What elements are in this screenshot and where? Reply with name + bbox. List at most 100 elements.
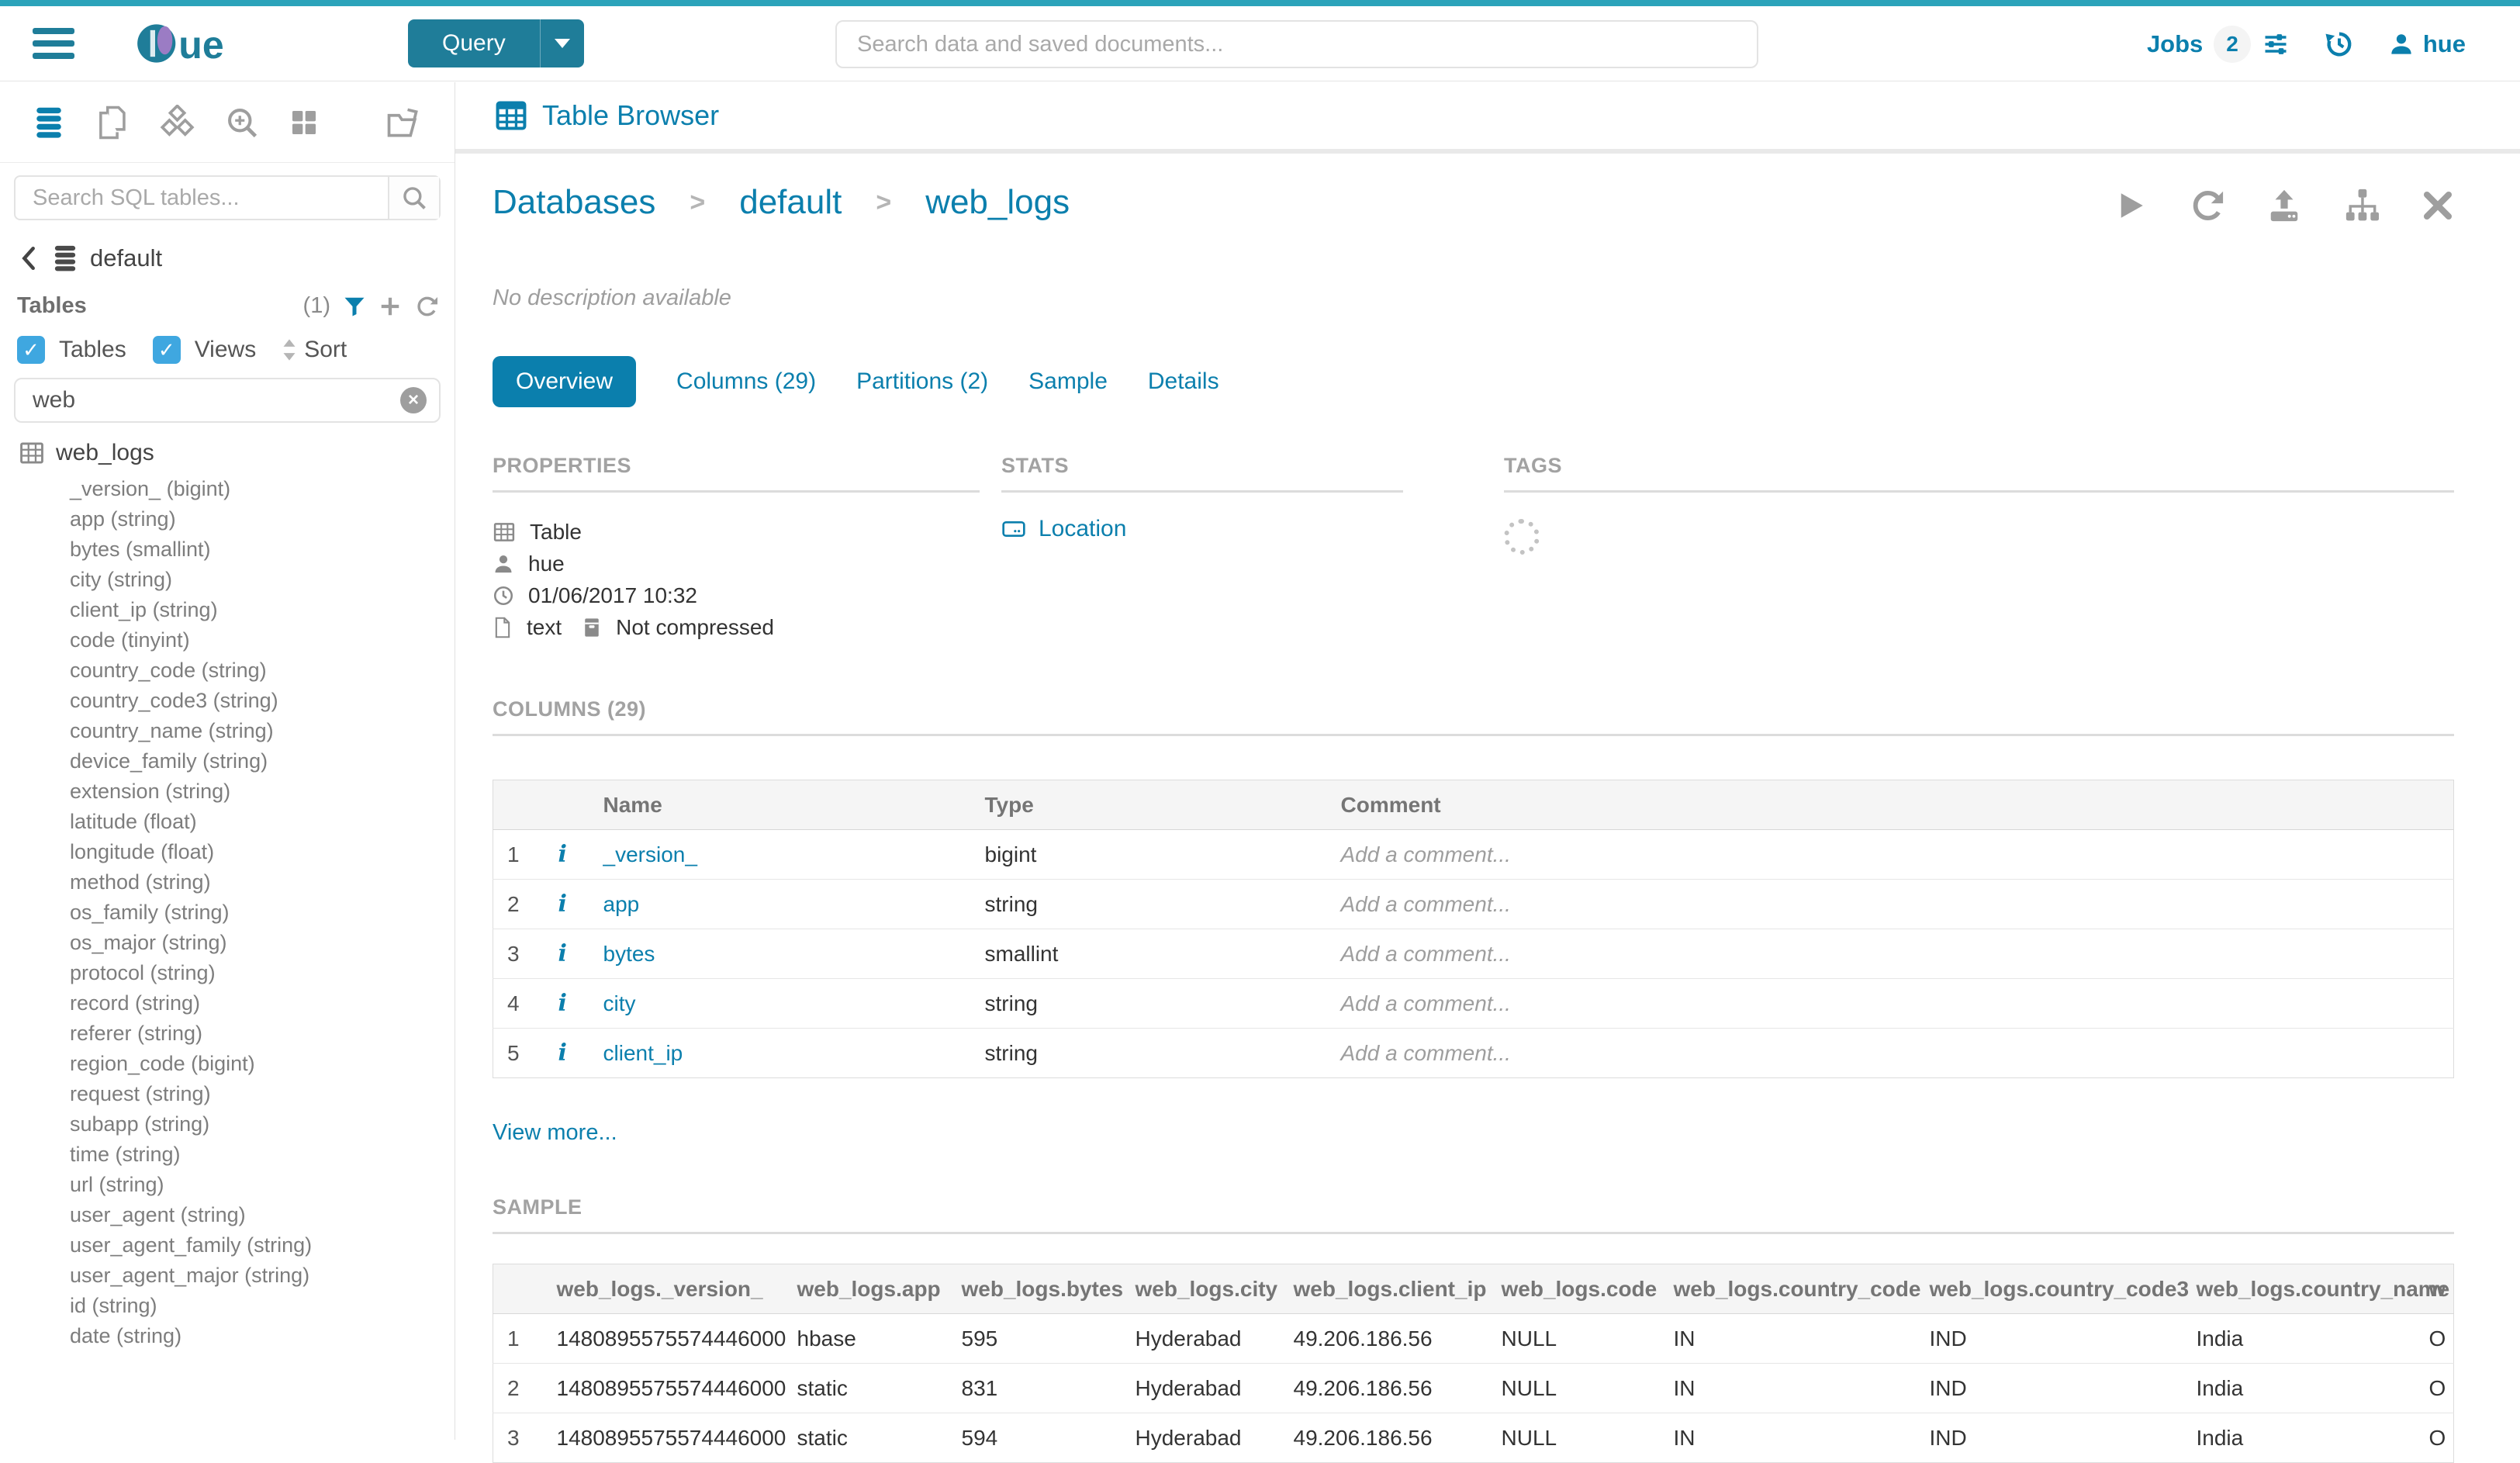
column-comment-placeholder[interactable]: Add a comment... <box>1341 1041 1511 1065</box>
tree-column-item[interactable]: city (string) <box>0 565 455 595</box>
tree-column-item[interactable]: os_major (string) <box>0 928 455 958</box>
sample-header-cell[interactable]: web_logs.client_ip <box>1283 1264 1491 1314</box>
breadcrumb-databases[interactable]: Databases <box>493 183 655 222</box>
location-label[interactable]: Location <box>1039 516 1126 542</box>
sql-tables-search-input[interactable] <box>16 177 388 219</box>
tree-column-item[interactable]: region_code (bigint) <box>0 1049 455 1079</box>
tree-column-item[interactable]: country_code (string) <box>0 655 455 686</box>
column-comment-placeholder[interactable]: Add a comment... <box>1341 842 1511 866</box>
sql-tables-search-button[interactable] <box>388 177 439 219</box>
add-icon[interactable] <box>379 295 402 318</box>
columns-header-type[interactable]: Type <box>974 780 1306 830</box>
folder-documents-icon[interactable] <box>385 105 422 140</box>
sample-header-cell[interactable]: web_logs.app <box>786 1264 951 1314</box>
tree-column-item[interactable]: date (string) <box>0 1321 455 1351</box>
tree-column-item[interactable]: record (string) <box>0 988 455 1019</box>
query-button-label[interactable]: Query <box>408 30 540 57</box>
breadcrumb-default[interactable]: default <box>739 183 842 222</box>
tab[interactable]: Sample <box>1028 356 1108 407</box>
lineage-sitemap-icon[interactable] <box>2344 188 2380 223</box>
columns-header-comment[interactable]: Comment <box>1306 780 2454 830</box>
tab[interactable]: Overview <box>493 356 636 407</box>
column-name-link[interactable]: app <box>603 892 640 916</box>
jobs-link[interactable]: Jobs 2 <box>2147 26 2290 63</box>
tree-column-item[interactable]: protocol (string) <box>0 958 455 988</box>
tree-column-item[interactable]: subapp (string) <box>0 1109 455 1140</box>
column-info-icon[interactable]: i <box>558 1039 567 1067</box>
sample-header-cell[interactable]: web_logs.code <box>1491 1264 1663 1314</box>
tree-column-item[interactable]: code (tinyint) <box>0 625 455 655</box>
column-comment-placeholder[interactable]: Add a comment... <box>1341 991 1511 1015</box>
view-more-link[interactable]: View more... <box>493 1120 617 1146</box>
tree-column-item[interactable]: id (string) <box>0 1291 455 1321</box>
tree-column-item[interactable]: country_code3 (string) <box>0 686 455 716</box>
query-split-button[interactable]: Query <box>408 19 584 67</box>
tree-column-item[interactable]: bytes (smallint) <box>0 534 455 565</box>
hue-logo[interactable]: ue <box>137 21 261 66</box>
chevron-left-icon[interactable] <box>17 245 40 272</box>
tree-table-web-logs[interactable]: web_logs <box>0 440 455 466</box>
tree-column-item[interactable]: country_name (string) <box>0 716 455 746</box>
cubes-icon[interactable] <box>158 105 195 140</box>
refresh-icon[interactable] <box>414 294 439 319</box>
tree-column-item[interactable]: method (string) <box>0 867 455 898</box>
hamburger-menu-icon[interactable] <box>33 22 74 65</box>
breadcrumb-web-logs[interactable]: web_logs <box>925 183 1070 222</box>
column-name-link[interactable]: _version_ <box>603 842 697 866</box>
sample-header-cell[interactable]: web_logs.country_name <box>2186 1264 2418 1314</box>
history-icon[interactable] <box>2324 29 2355 60</box>
sliders-icon[interactable] <box>2262 30 2290 58</box>
table-filter-input[interactable] <box>19 387 400 413</box>
sample-header-cell[interactable]: web_logs.country_code <box>1663 1264 1919 1314</box>
column-name-link[interactable]: client_ip <box>603 1041 683 1065</box>
tree-table-name[interactable]: web_logs <box>56 440 154 466</box>
column-comment-placeholder[interactable]: Add a comment... <box>1341 892 1511 916</box>
sample-header-cell[interactable]: web_logs.bytes <box>951 1264 1125 1314</box>
location-link[interactable]: Location <box>1001 516 1403 542</box>
upload-icon[interactable] <box>2266 188 2302 223</box>
user-menu[interactable]: hue <box>2389 30 2466 58</box>
documents-icon[interactable] <box>95 105 129 140</box>
sample-header-cell[interactable]: web_logs.city <box>1125 1264 1283 1314</box>
tree-column-item[interactable]: url (string) <box>0 1170 455 1200</box>
zoom-plus-icon[interactable] <box>225 105 259 140</box>
column-info-icon[interactable]: i <box>558 891 567 918</box>
tree-column-item[interactable]: os_family (string) <box>0 898 455 928</box>
close-icon[interactable] <box>2421 189 2454 222</box>
query-play-icon[interactable] <box>2114 189 2147 222</box>
tab[interactable]: Partitions (2) <box>856 356 988 407</box>
column-info-icon[interactable]: i <box>558 940 567 967</box>
tree-column-item[interactable]: _version_ (bigint) <box>0 474 455 504</box>
tree-column-item[interactable]: user_agent_major (string) <box>0 1261 455 1291</box>
sql-assist-icon[interactable] <box>33 105 65 140</box>
tree-column-item[interactable]: user_agent (string) <box>0 1200 455 1230</box>
column-info-icon[interactable]: i <box>558 841 567 868</box>
column-name-link[interactable]: bytes <box>603 942 655 966</box>
tree-column-item[interactable]: client_ip (string) <box>0 595 455 625</box>
tab[interactable]: Details <box>1148 356 1219 407</box>
table-description[interactable]: No description available <box>493 285 2454 311</box>
database-name[interactable]: default <box>90 244 162 272</box>
columns-header-name[interactable]: Name <box>593 780 974 830</box>
tree-column-item[interactable]: longitude (float) <box>0 837 455 867</box>
query-dropdown-caret[interactable] <box>541 39 584 48</box>
sample-header-cell[interactable]: web_logs.country_code3 <box>1919 1264 2186 1314</box>
sort-control[interactable]: Sort <box>281 337 347 363</box>
refresh-table-icon[interactable] <box>2189 188 2224 223</box>
tab[interactable]: Columns (29) <box>676 356 816 407</box>
tree-column-item[interactable]: device_family (string) <box>0 746 455 776</box>
tree-column-item[interactable]: user_agent_family (string) <box>0 1230 455 1261</box>
sample-header-cell[interactable]: web_logs._version_ <box>546 1264 786 1314</box>
tree-column-item[interactable]: request (string) <box>0 1079 455 1109</box>
column-info-icon[interactable]: i <box>558 990 567 1017</box>
filter-funnel-icon[interactable] <box>343 295 366 318</box>
column-name-link[interactable]: city <box>603 991 636 1015</box>
global-search-input[interactable] <box>835 20 1758 68</box>
apps-grid-icon[interactable] <box>289 107 320 138</box>
tree-column-item[interactable]: app (string) <box>0 504 455 534</box>
tree-column-item[interactable]: referer (string) <box>0 1019 455 1049</box>
column-comment-placeholder[interactable]: Add a comment... <box>1341 942 1511 966</box>
tree-column-item[interactable]: extension (string) <box>0 776 455 807</box>
tables-checkbox[interactable]: ✓ <box>17 336 45 364</box>
clear-filter-icon[interactable]: × <box>400 387 427 413</box>
